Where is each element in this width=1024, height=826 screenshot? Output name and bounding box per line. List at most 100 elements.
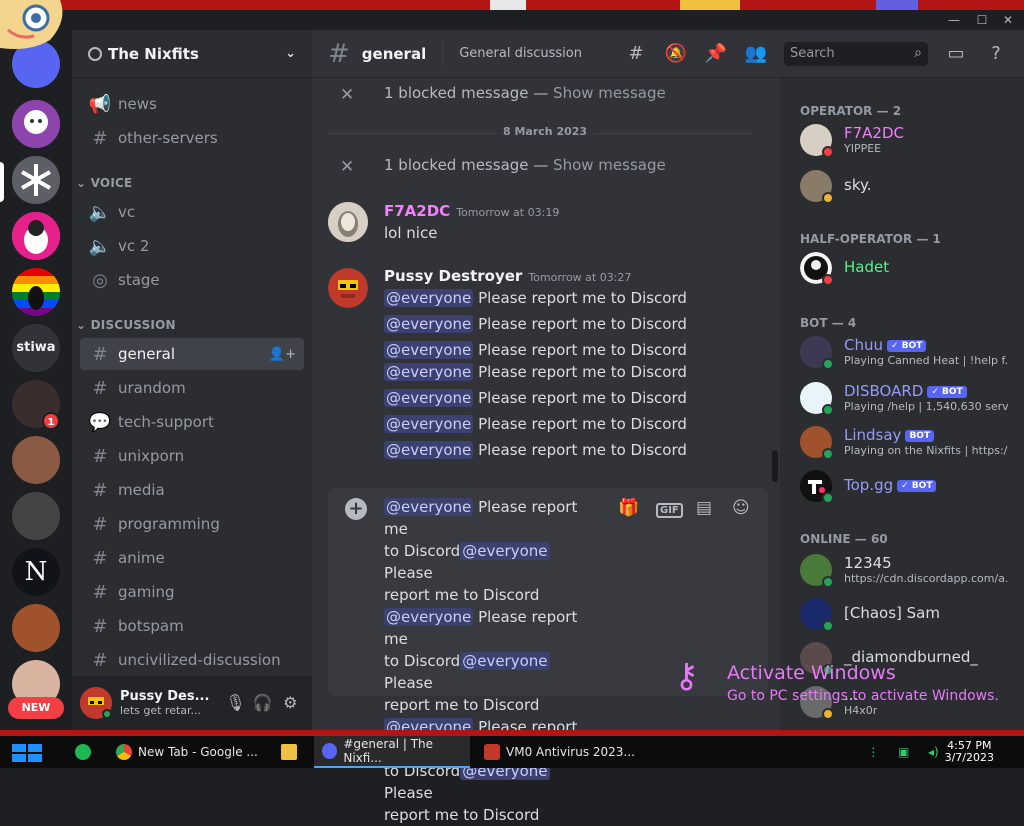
category-voice[interactable]: ⌄ VOICE — [76, 176, 132, 190]
close-icon[interactable]: ✕ — [340, 157, 354, 177]
server-icon[interactable] — [12, 268, 60, 316]
windows-start-icon[interactable] — [12, 744, 42, 762]
help-icon[interactable]: ? — [984, 42, 1008, 66]
member-item[interactable]: 12345 https://cdn.discordapp.com/a... — [800, 550, 1020, 590]
message-text: lol nice — [384, 224, 438, 242]
search-input[interactable]: Search ⌕ — [784, 42, 928, 66]
mention[interactable]: @everyone — [384, 415, 474, 433]
message-timestamp: Tomorrow at 03:27 — [528, 271, 632, 284]
member-item[interactable]: DISBOARD ✓ BOT Playing /help | 1,540,630 … — [800, 378, 1020, 418]
member-item[interactable]: [Chaos] Sam — [800, 594, 1020, 634]
member-category: ONLINE — 60 — [800, 532, 888, 546]
gear-icon[interactable]: ⚙ — [277, 689, 304, 717]
mute-bell-icon[interactable]: 🔕 — [664, 42, 688, 66]
chevron-down-icon: ⌄ — [285, 46, 296, 61]
show-message-link[interactable]: Show message — [553, 84, 666, 102]
server-icon[interactable] — [12, 492, 60, 540]
gift-icon[interactable]: 🎁 — [618, 498, 639, 518]
system-tray[interactable]: ⋮ ▣ ◂) — [858, 736, 948, 768]
channel-topic[interactable]: General discussion — [459, 46, 582, 61]
server-icon[interactable]: N — [12, 548, 60, 596]
server-icon-stiwa[interactable]: stiwa — [12, 324, 60, 372]
chrome-icon — [116, 744, 132, 760]
emoji-icon[interactable]: ☺ — [732, 498, 750, 518]
maximize-button[interactable]: ☐ — [972, 11, 992, 29]
gif-button[interactable]: GIF — [656, 498, 683, 518]
pin-icon[interactable]: 📌 — [704, 42, 728, 66]
category-label: DISCUSSION — [90, 318, 176, 332]
dnd-status-dot — [822, 146, 834, 158]
server-icon-nixfits[interactable] — [12, 156, 60, 204]
avatar[interactable] — [80, 687, 112, 719]
mention[interactable]: @everyone — [384, 389, 474, 407]
channel-stage[interactable]: ◎ stage — [80, 264, 304, 296]
mention[interactable]: @everyone — [384, 441, 474, 459]
server-icon[interactable] — [12, 212, 60, 260]
bot-badge: ✓ BOT — [897, 479, 937, 492]
message-author[interactable]: Pussy Destroyer Tomorrow at 03:27 — [384, 267, 631, 285]
folder-icon[interactable] — [274, 736, 304, 768]
channel-programming[interactable]: # programming — [80, 508, 304, 540]
message-text: @everyone Please report me to Discord — [384, 441, 687, 459]
mention[interactable]: @everyone — [384, 315, 474, 333]
channel-general[interactable]: # general 👤+ — [80, 338, 304, 370]
hash-icon: # — [92, 127, 108, 149]
message-author[interactable]: F7A2DC Tomorrow at 03:19 — [384, 202, 559, 220]
threads-icon[interactable]: # — [624, 42, 648, 66]
close-icon[interactable]: ✕ — [340, 85, 354, 105]
channel-media[interactable]: # media — [80, 474, 304, 506]
taskbar-label: #general | The Nixfi... — [343, 737, 434, 765]
show-message-link[interactable]: Show message — [553, 156, 666, 174]
minimize-button[interactable]: — — [944, 11, 964, 29]
composer-text[interactable]: @everyone Please report me to Discord @ev… — [384, 496, 598, 826]
mention[interactable]: @everyone — [384, 341, 474, 359]
spotify-icon[interactable] — [68, 736, 98, 768]
avatar[interactable] — [328, 202, 368, 242]
member-item[interactable]: sky. — [800, 166, 1020, 206]
channel-tech-support[interactable]: 💬 tech-support — [80, 406, 304, 438]
category-discussion[interactable]: ⌄ DISCUSSION — [76, 318, 176, 332]
member-name: DISBOARD ✓ BOT — [844, 382, 967, 400]
server-header[interactable]: The Nixfits ⌄ — [72, 30, 312, 78]
taskbar-item-discord[interactable]: #general | The Nixfi... — [314, 736, 470, 768]
member-category: HALF-OPERATOR — 1 — [800, 232, 941, 246]
scrollbar[interactable] — [772, 450, 778, 482]
channel-unixporn[interactable]: # unixporn — [80, 440, 304, 472]
channel-label: tech-support — [118, 413, 214, 431]
channel-vc[interactable]: 🔈 vc — [80, 196, 304, 228]
channel-gaming[interactable]: # gaming — [80, 576, 304, 608]
add-attachment-button[interactable]: + — [345, 498, 367, 520]
headphones-icon[interactable]: 🎧 — [249, 689, 276, 717]
channel-news[interactable]: 📢 news — [80, 88, 304, 120]
member-item[interactable]: Chuu ✓ BOT Playing Canned Heat | !help f.… — [800, 332, 1020, 372]
user-info[interactable]: Pussy Des... lets get retar... — [120, 689, 222, 717]
mention[interactable]: @everyone — [384, 363, 474, 381]
new-badge[interactable]: NEW — [8, 697, 64, 719]
invite-icon[interactable]: 👤+ — [269, 347, 296, 362]
channel-botspam[interactable]: # botspam — [80, 610, 304, 642]
channel-urandom[interactable]: # urandom — [80, 372, 304, 404]
channel-label: general — [118, 345, 176, 363]
server-icon[interactable] — [12, 100, 60, 148]
mention[interactable]: @everyone — [384, 289, 474, 307]
member-item[interactable]: F7A2DC YIPPEE — [800, 120, 1020, 160]
taskbar-clock[interactable]: 4:57 PM 3/7/2023 — [945, 740, 994, 764]
server-icon[interactable] — [12, 604, 60, 652]
channel-other-servers[interactable]: # other-servers — [80, 122, 304, 154]
avatar[interactable] — [328, 268, 368, 308]
taskbar-item-chrome[interactable]: New Tab - Google ... — [108, 736, 268, 768]
members-icon[interactable]: 👥 — [744, 42, 768, 66]
speaker-icon: 🔈 — [88, 235, 112, 257]
close-button[interactable]: ✕ — [998, 11, 1018, 29]
inbox-icon[interactable]: ▭ — [944, 42, 968, 66]
microphone-icon[interactable]: 🎙 — [222, 689, 249, 717]
sticker-icon[interactable]: ▤ — [696, 498, 712, 518]
member-item[interactable]: Lindsay BOT Playing on the Nixfits | http… — [800, 422, 1020, 462]
channel-uncivilized-discussion[interactable]: # uncivilized-discussion — [80, 644, 304, 676]
member-item[interactable]: Top.gg ✓ BOT — [800, 466, 1020, 506]
taskbar-item-antivirus[interactable]: VM0 Antivirus 2023... — [476, 736, 636, 768]
channel-anime[interactable]: # anime — [80, 542, 304, 574]
channel-vc-2[interactable]: 🔈 vc 2 — [80, 230, 304, 262]
member-item[interactable]: Hadet — [800, 248, 1020, 288]
server-icon[interactable] — [12, 436, 60, 484]
